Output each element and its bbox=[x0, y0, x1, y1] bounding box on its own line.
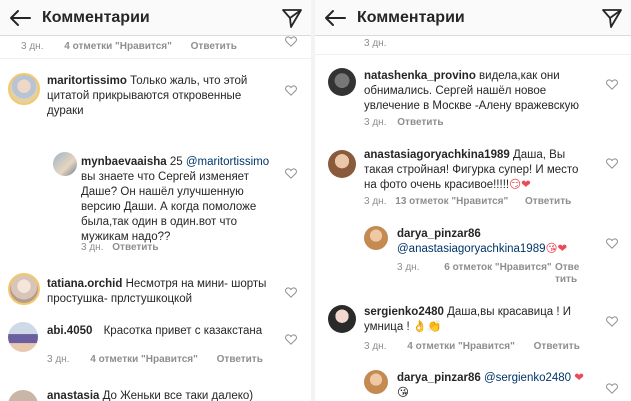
emoji: 😘❤ bbox=[545, 243, 568, 255]
arrow-left-icon[interactable] bbox=[323, 8, 347, 28]
heart-icon[interactable] bbox=[285, 168, 297, 179]
heart-icon[interactable] bbox=[606, 383, 618, 394]
comment-meta-row: 3 дн. Ответить bbox=[364, 117, 443, 128]
comment-text: maritortissimo Только жаль, что этой цит… bbox=[47, 75, 248, 117]
paper-plane-icon[interactable] bbox=[601, 7, 623, 29]
emoji: ❤ bbox=[574, 372, 584, 384]
avatar[interactable] bbox=[364, 370, 388, 394]
page-title: Комментарии bbox=[357, 9, 465, 26]
heart-icon[interactable] bbox=[606, 79, 618, 90]
comment-username[interactable]: darya_pinzar86 bbox=[397, 228, 481, 240]
right-comments-panel: Комментарии 3 дн. natashenka_provino вид… bbox=[315, 0, 631, 401]
header-bar: Комментарии bbox=[315, 0, 631, 36]
comment-text: natashenka_provino видела,как они обнима… bbox=[364, 70, 579, 112]
comment-age: 3 дн. bbox=[364, 117, 387, 128]
comment-username[interactable]: anastasia bbox=[47, 390, 99, 401]
likes-count[interactable]: 4 отметки "Нравится" bbox=[64, 41, 172, 52]
reply-link[interactable]: Ответить bbox=[397, 117, 443, 128]
comment-username[interactable]: abi.4050 bbox=[47, 325, 92, 337]
reply-link[interactable]: Ответить bbox=[191, 41, 237, 52]
avatar[interactable] bbox=[8, 273, 40, 305]
avatar[interactable] bbox=[8, 322, 38, 352]
comment-meta-row: 3 дн. 13 отметок "Нравится" Ответить bbox=[364, 196, 571, 207]
comment-username[interactable]: natashenka_provino bbox=[364, 70, 476, 82]
emoji: 😏❤ bbox=[509, 179, 531, 191]
heart-icon[interactable] bbox=[285, 85, 297, 96]
avatar[interactable] bbox=[328, 68, 356, 96]
left-comments-panel: Комментарии 3 дн. 4 отметки "Нравится" О… bbox=[0, 0, 311, 401]
reply-comment-text: darya_pinzar86 @sergienko2480 ❤ 😘 bbox=[397, 371, 617, 401]
likes-count[interactable]: 13 отметок "Нравится" bbox=[395, 196, 508, 207]
comment-text: anastasiagoryachkina1989 Даша, Вы такая … bbox=[364, 149, 579, 191]
comment-meta-row: 3 дн. Ответить bbox=[81, 242, 158, 253]
comment-age: 3 дн. bbox=[364, 341, 387, 352]
likes-count[interactable]: 4 отметки "Нравится" bbox=[90, 354, 198, 365]
comment-meta-row: 3 дн. 6 отметок "Нравится" bbox=[397, 262, 552, 273]
avatar[interactable] bbox=[53, 152, 77, 176]
comment-age: 3 дн. bbox=[364, 196, 387, 207]
heart-icon[interactable] bbox=[285, 334, 297, 345]
comment-username[interactable]: tatiana.orchid bbox=[47, 278, 122, 290]
divider bbox=[315, 54, 631, 55]
comment-text: abi.4050 Красотка привет с казакстана bbox=[47, 325, 263, 337]
emoji: 😘 bbox=[397, 387, 409, 399]
arrow-left-icon[interactable] bbox=[8, 8, 32, 28]
reply-link[interactable]: Ответить bbox=[534, 341, 580, 352]
heart-icon[interactable] bbox=[285, 287, 297, 298]
heart-icon[interactable] bbox=[606, 316, 618, 327]
comment-meta-row: 3 дн. bbox=[364, 38, 386, 49]
comment-age: 3 дн. bbox=[397, 262, 420, 273]
comment-meta-row: 3 дн. 4 отметки "Нравится" Ответить bbox=[47, 354, 263, 365]
avatar[interactable] bbox=[364, 226, 388, 250]
reply-link[interactable]: Ответить bbox=[217, 354, 263, 365]
reply-comment-text: mynbaevaaisha 25 @maritortissimo вы знае… bbox=[81, 156, 270, 243]
avatar[interactable] bbox=[328, 305, 356, 333]
avatar[interactable] bbox=[8, 390, 38, 401]
comment-username[interactable]: anastasiagoryachkina1989 bbox=[364, 149, 510, 161]
comment-age: 3 дн. bbox=[47, 354, 70, 365]
mention-link[interactable]: @maritortissimo bbox=[186, 156, 269, 168]
mention-link[interactable]: @anastasiagoryachkina1989 bbox=[397, 243, 546, 255]
divider bbox=[0, 58, 311, 59]
likes-count[interactable]: 6 отметок "Нравится" bbox=[444, 262, 551, 273]
header-bar: Комментарии bbox=[0, 0, 311, 36]
reply-link[interactable]: Ответить bbox=[525, 196, 571, 207]
comment-text: sergienko2480 Даша,вы красавица ! И умни… bbox=[364, 306, 572, 333]
comment-age: 3 дн. bbox=[364, 38, 387, 49]
comment-text: anastasia До Женьки все таки далеко) bbox=[47, 390, 254, 401]
comment-meta-row: 3 дн. 4 отметки "Нравится" Ответить bbox=[21, 41, 237, 52]
comment-meta-row: 3 дн. 4 отметки "Нравится" Ответить bbox=[364, 341, 580, 352]
comment-age: 3 дн. bbox=[81, 242, 104, 253]
heart-icon[interactable] bbox=[285, 36, 297, 47]
page-title: Комментарии bbox=[42, 9, 150, 26]
avatar[interactable] bbox=[328, 150, 356, 178]
likes-count[interactable]: 4 отметки "Нравится" bbox=[407, 341, 515, 352]
reply-link[interactable]: Ответить bbox=[555, 262, 579, 286]
heart-icon[interactable] bbox=[606, 238, 618, 249]
heart-icon[interactable] bbox=[606, 158, 618, 169]
avatar[interactable] bbox=[8, 73, 40, 105]
emoji: 👌👏 bbox=[412, 321, 442, 333]
comment-age: 3 дн. bbox=[21, 41, 44, 52]
reply-comment-text: darya_pinzar86 @anastasiagoryachkina1989… bbox=[397, 227, 617, 257]
reply-link[interactable]: Ответить bbox=[112, 242, 158, 253]
mention-link[interactable]: @sergienko2480 bbox=[484, 372, 571, 384]
comment-username[interactable]: maritortissimo bbox=[47, 75, 127, 87]
comment-username[interactable]: sergienko2480 bbox=[364, 306, 444, 318]
comment-username[interactable]: mynbaevaaisha bbox=[81, 156, 167, 168]
comment-username[interactable]: darya_pinzar86 bbox=[397, 372, 481, 384]
paper-plane-icon[interactable] bbox=[281, 7, 303, 29]
comment-text: tatiana.orchid Несмотря на мини- шорты п… bbox=[47, 278, 267, 305]
